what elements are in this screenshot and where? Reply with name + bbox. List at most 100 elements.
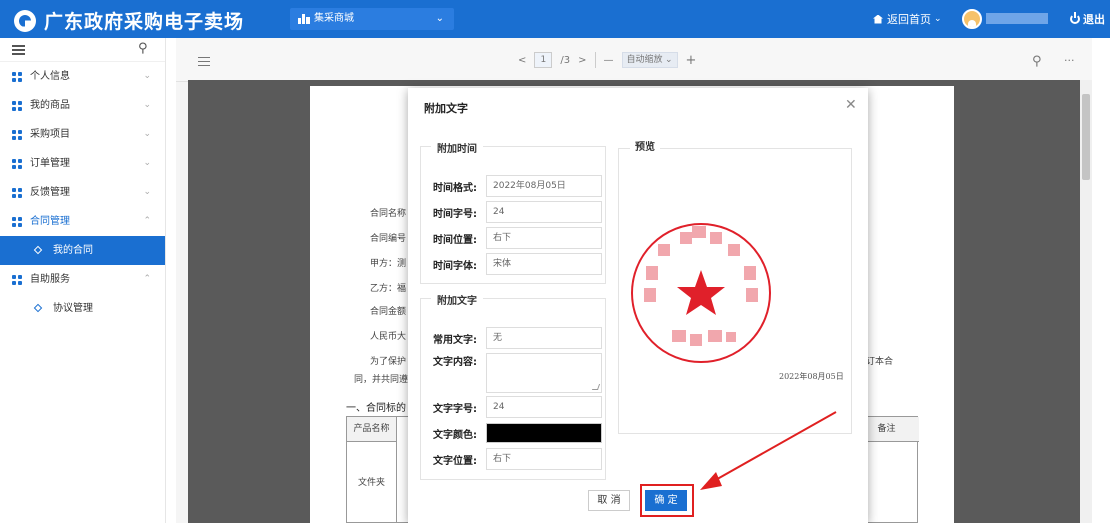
table-cell-product: 文件夹 [347,442,397,523]
sidebar: ⚲ 个人信息 ⌄ 我的商品 ⌄ 采购项目 ⌄ 订单管理 ⌄ 反馈管理 ⌄ 合同管… [0,38,166,523]
power-icon [1070,12,1080,24]
text-fieldset: 附加文字 常用文字: 无 文字内容: 文字字号: 24 文字颜色: 文字位置: … [420,292,606,480]
zoom-value: 自动缩放 [626,55,663,65]
time-section-title: 附加时间 [431,140,483,155]
sidebar-item-my-contracts[interactable]: 我的合同 [0,236,165,265]
zoom-in-icon[interactable]: + [686,53,697,68]
chevron-down-icon: ⌄ [664,55,673,65]
chart-icon [298,14,310,24]
time-size-input[interactable]: 24 [486,201,602,223]
time-position-input[interactable]: 右下 [486,227,602,249]
sidebar-item-label: 反馈管理 [30,187,70,198]
menu-icon[interactable] [12,45,25,55]
sidebar-item-label: 个人信息 [30,71,70,82]
preview-section-title: 预览 [630,138,660,153]
close-icon[interactable]: ✕ [845,97,857,113]
sidebar-item-label: 订单管理 [30,158,70,169]
top-navbar: 广东政府采购电子卖场 集采商城 ⌄ 返回首页 ⌄ 退出 [0,0,1110,38]
logout-label: 退出 [1083,13,1105,26]
highlight-box [640,484,694,517]
text-position-input[interactable]: 右下 [486,448,602,470]
diamond-icon [33,245,43,255]
avatar[interactable] [962,9,982,29]
text-section-title: 附加文字 [431,292,483,307]
text-content-textarea[interactable] [486,353,602,393]
page-navigation: < 1 /3 > — 自动缩放 ⌄ + [518,52,696,68]
site-title: 广东政府采购电子卖场 [44,11,245,33]
field-label: 时间字号: [433,208,477,220]
scrollbar-thumb[interactable] [1082,94,1090,180]
text-content-row: 文字内容: [433,353,602,393]
chevron-down-icon: ⌄ [435,13,444,24]
username-redacted[interactable] [986,13,1048,24]
zoom-out-icon[interactable]: — [604,55,614,66]
doc-section-heading: 一、合同标的 [346,403,406,414]
logout-button[interactable]: 退出 [1070,11,1105,27]
chevron-up-icon: ⌃ [143,274,151,284]
sidebar-item-order-management[interactable]: 订单管理 ⌄ [0,149,165,178]
common-text-row: 常用文字: 无 [433,327,602,349]
sidebar-item-contract-management[interactable]: 合同管理 ⌃ [0,207,165,236]
text-size-input[interactable]: 24 [486,396,602,418]
time-format-row: 时间格式: 2022年08月05日 [433,175,602,197]
divider [594,52,596,68]
common-text-select[interactable]: 无 [486,327,602,349]
logo-icon [14,9,36,32]
pin-icon[interactable]: ⚲ [138,41,148,56]
field-label: 文字内容: [433,357,477,368]
page-total: /3 [560,54,571,66]
site-logo[interactable]: 广东政府采购电子卖场 [14,7,244,34]
zoom-select[interactable]: 自动缩放 ⌄ [621,52,678,68]
chevron-down-icon: ⌄ [143,71,151,81]
cancel-button[interactable]: 取 消 [588,490,630,511]
sidebar-item-label: 我的商品 [30,100,70,111]
field-label: 文字颜色: [433,429,477,441]
field-label: 文字字号: [433,403,477,415]
field-label: 文字位置: [433,455,477,467]
text-position-row: 文字位置: 右下 [433,448,602,470]
mall-select-value: 集采商城 [314,13,354,24]
dialog-title: 附加文字 [424,102,468,115]
grid-icon [12,130,22,140]
sidebar-item-feedback-management[interactable]: 反馈管理 ⌄ [0,178,165,207]
pdf-toolbar: < 1 /3 > — 自动缩放 ⌄ + ⚲ ··· [176,38,1092,82]
home-link[interactable]: 返回首页 ⌄ [873,11,942,27]
sidebar-item-agreement-management[interactable]: 协议管理 [0,294,165,323]
sidebar-item-label: 自助服务 [30,274,70,285]
chevron-down-icon: ⌄ [143,100,151,110]
mall-select[interactable]: 集采商城 ⌄ [290,8,454,30]
sidebar-item-label: 采购项目 [30,129,70,140]
doc-line: 订本合 [866,357,894,367]
text-size-row: 文字字号: 24 [433,396,602,418]
time-format-input[interactable]: 2022年08月05日 [486,175,602,197]
doc-line: 乙方：福 [370,284,407,294]
next-page-icon[interactable]: > [578,55,586,66]
sidebar-item-self-service[interactable]: 自助服务 ⌃ [0,265,165,294]
seal-image [631,223,771,363]
grid-icon [12,101,22,111]
grid-icon [12,159,22,169]
chevron-down-icon: ⌄ [143,158,151,168]
sidebar-item-label: 合同管理 [30,216,70,227]
text-color-picker[interactable] [486,423,602,443]
sidebar-item-label: 协议管理 [53,303,93,314]
field-label: 常用文字: [433,334,477,346]
time-font-input[interactable]: 宋体 [486,253,602,275]
diamond-icon [33,303,43,313]
chevron-up-icon: ⌃ [143,216,151,226]
sidebar-item-procurement-projects[interactable]: 采购项目 ⌄ [0,120,165,149]
sidebar-item-my-products[interactable]: 我的商品 ⌄ [0,91,165,120]
sidebar-item-personal-info[interactable]: 个人信息 ⌄ [0,62,165,91]
sidebar-toggle-icon[interactable] [198,57,210,66]
table-header-product: 产品名称 [347,417,397,442]
home-link-label: 返回首页 [887,13,931,26]
chevron-down-icon: ⌄ [934,14,942,24]
search-icon[interactable]: ⚲ [1032,54,1042,69]
prev-page-icon[interactable]: < [518,55,526,66]
more-icon[interactable]: ··· [1064,54,1075,67]
grid-icon [12,275,22,285]
preview-date: 2022年08月05日 [779,372,844,381]
doc-line: 合同编号 [370,234,407,244]
doc-line: 人民币大 [370,332,407,342]
page-number-input[interactable]: 1 [534,52,553,68]
